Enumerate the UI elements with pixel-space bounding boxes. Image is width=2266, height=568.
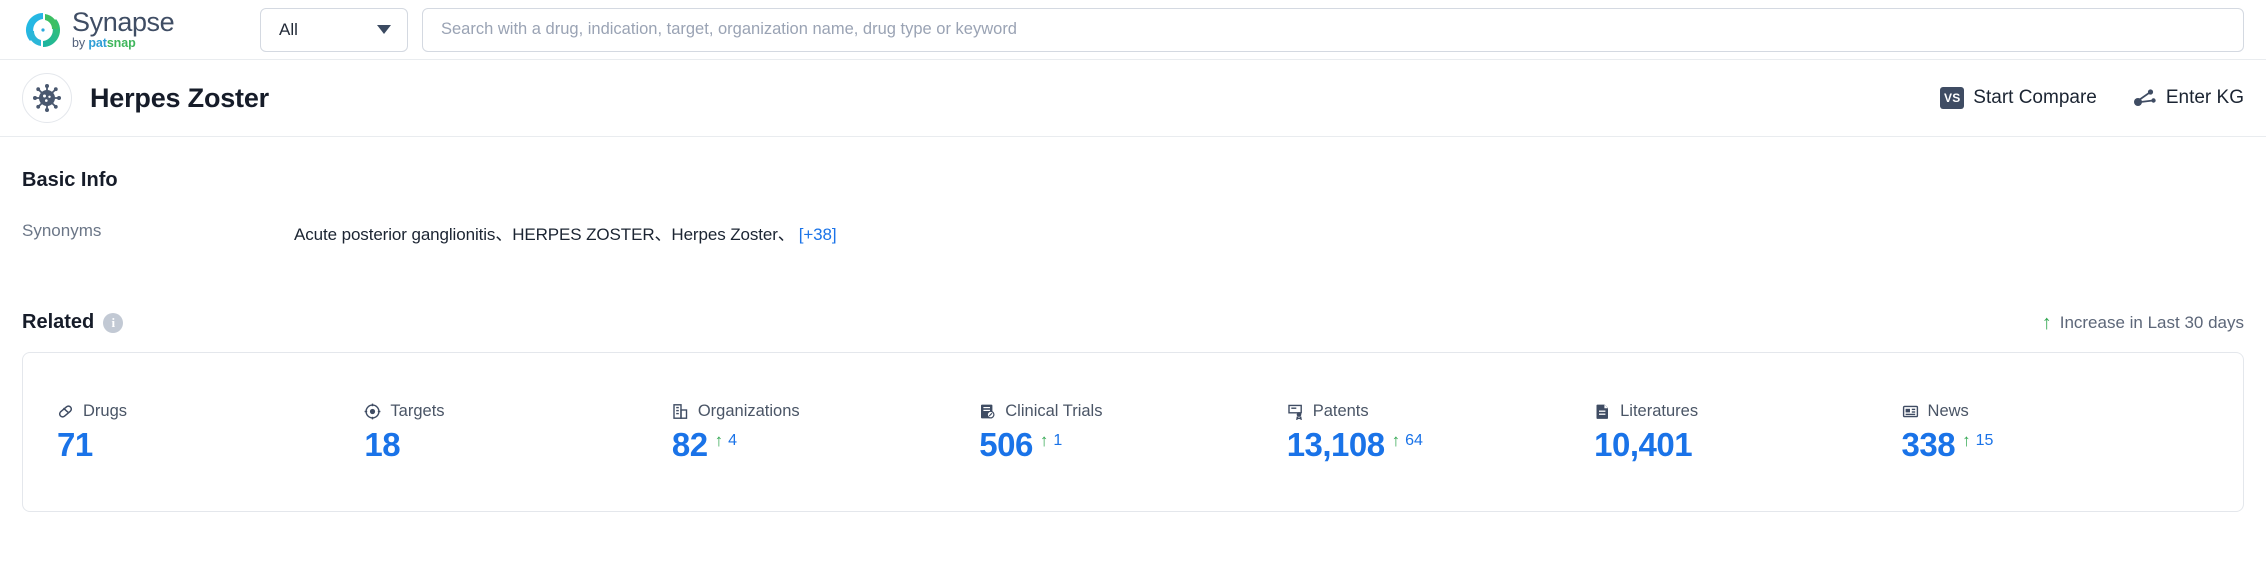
info-icon[interactable]: i [103, 312, 124, 333]
stat-value[interactable]: 82 [672, 427, 708, 463]
entity-actions: VS Start Compare Enter KG [1940, 87, 2244, 109]
stat-delta: ↑ 64 [1392, 428, 1423, 450]
stat-patents: Patents 13,108 ↑ 64 [1287, 402, 1594, 463]
patent-icon [1287, 403, 1304, 420]
chevron-down-icon [377, 25, 391, 34]
related-stats-card: Drugs 71 Targets 18 Organizations 82 ↑ 4… [22, 352, 2244, 512]
start-compare-label: Start Compare [1973, 87, 2097, 108]
arrow-up-icon: ↑ [2041, 311, 2052, 334]
stat-delta-value: 64 [1405, 431, 1423, 449]
stat-value[interactable]: 506 [979, 427, 1033, 463]
stat-delta-value: 1 [1053, 431, 1063, 449]
stat-label: Literatures [1620, 401, 1699, 420]
search-box[interactable] [422, 7, 2244, 52]
knowledge-graph-icon [2133, 87, 2157, 109]
search-scope-select[interactable]: All [260, 7, 408, 52]
stat-label: Clinical Trials [1005, 401, 1103, 420]
page-title: Herpes Zoster [90, 82, 269, 113]
vs-badge-icon: VS [1940, 87, 1965, 109]
synonyms-row: Synonyms Acute posterior ganglionitis、HE… [22, 220, 2244, 245]
increase-legend: ↑ Increase in Last 30 days [2042, 313, 2244, 333]
enter-kg-button[interactable]: Enter KG [2133, 87, 2244, 109]
stat-delta-value: 4 [728, 431, 737, 449]
stat-value[interactable]: 13,108 [1287, 427, 1385, 463]
start-compare-button[interactable]: VS Start Compare [1940, 87, 2097, 109]
stat-targets: Targets 18 [364, 402, 671, 463]
virus-icon [33, 84, 61, 112]
stat-value[interactable]: 10,401 [1594, 427, 1692, 463]
stat-delta: ↑ 15 [1962, 428, 1993, 450]
arrow-up-icon: ↑ [1962, 431, 1971, 451]
stat-label: News [1927, 401, 1969, 420]
synonyms-text: Acute posterior ganglionitis、HERPES ZOST… [294, 225, 795, 244]
logo-wordmark: Synapse [72, 7, 175, 38]
related-header: Related i ↑ Increase in Last 30 days [22, 311, 2244, 334]
stat-clinical-trials: Clinical Trials 506 ↑ 1 [979, 402, 1286, 463]
news-icon [1902, 403, 1919, 420]
synonyms-label: Synonyms [22, 221, 102, 240]
literature-icon [1594, 403, 1611, 420]
stat-value[interactable]: 338 [1902, 427, 1956, 463]
arrow-up-icon: ↑ [1039, 431, 1049, 451]
basic-info-heading: Basic Info [22, 169, 118, 191]
related-title: Related [22, 311, 95, 333]
stat-literatures: Literatures 10,401 [1594, 402, 1901, 463]
target-icon [364, 403, 381, 420]
synonyms-value: Acute posterior ganglionitis、HERPES ZOST… [294, 220, 837, 245]
organization-icon [672, 403, 689, 420]
arrow-up-icon: ↑ [714, 431, 724, 451]
synonyms-more-link[interactable]: [+38] [799, 225, 837, 244]
synapse-logo[interactable]: Synapse by patsnap [22, 9, 222, 51]
global-header: Synapse by patsnap All [0, 0, 2266, 60]
synapse-logo-icon [22, 9, 64, 51]
stat-drugs: Drugs 71 [57, 402, 364, 463]
content-area: Basic Info Synonyms Acute posterior gang… [0, 169, 2266, 512]
entity-header: Herpes Zoster VS Start Compare Enter KG [0, 60, 2266, 137]
stat-label: Targets [390, 401, 445, 420]
stat-value[interactable]: 18 [364, 427, 400, 463]
search-input[interactable] [441, 20, 2225, 39]
arrow-up-icon: ↑ [1391, 431, 1401, 451]
pill-icon [57, 403, 74, 420]
stat-label: Patents [1312, 401, 1369, 420]
search-scope-value: All [279, 19, 298, 39]
increase-legend-label: Increase in Last 30 days [2059, 312, 2244, 332]
stat-news: News 338 ↑ 15 [1902, 402, 2209, 463]
stat-value[interactable]: 71 [57, 427, 93, 463]
stat-label: Drugs [83, 401, 128, 420]
clinical-trial-icon [979, 403, 996, 420]
avatar [22, 73, 72, 123]
stat-delta: ↑ 1 [1040, 428, 1062, 450]
stat-delta-value: 15 [1975, 431, 1994, 449]
enter-kg-label: Enter KG [2165, 87, 2244, 108]
stat-organizations: Organizations 82 ↑ 4 [672, 402, 979, 463]
logo-byline: by patsnap [72, 36, 136, 51]
stat-delta: ↑ 4 [715, 428, 737, 450]
stat-label: Organizations [697, 401, 800, 420]
